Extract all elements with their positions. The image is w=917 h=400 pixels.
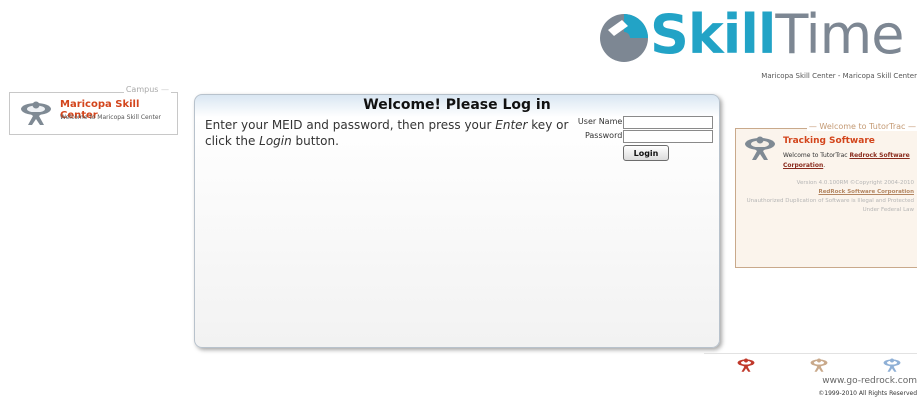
skilltime-circle-icon bbox=[600, 14, 648, 62]
login-panel: Welcome! Please Log in Enter your MEID a… bbox=[194, 94, 720, 348]
instr-login-word: Login bbox=[259, 134, 292, 148]
tutortrac-welcome-suffix: . bbox=[823, 162, 826, 169]
legal-warning: Unauthorized Duplication of Software is … bbox=[746, 198, 914, 213]
instr-text-3: button. bbox=[291, 134, 339, 148]
footer-website: www.go-redrock.com bbox=[822, 376, 917, 386]
tutortrac-welcome-prefix: Welcome to TutorTrac bbox=[783, 152, 850, 159]
version-text: Version 4.0.100RM ©Copyright 2004-2010 bbox=[796, 180, 914, 186]
tutortrac-box: — Welcome to TutorTrac — Tracking Softwa… bbox=[735, 122, 917, 268]
password-label: Password: bbox=[584, 131, 625, 140]
footer-copyright: ©1999-2010 All Rights Reserved bbox=[818, 390, 917, 397]
campus-legend-label: Campus bbox=[125, 85, 159, 94]
redrock-figure-icon bbox=[21, 101, 51, 125]
login-instructions: Enter your MEID and password, then press… bbox=[205, 117, 570, 149]
password-input[interactable] bbox=[623, 130, 713, 143]
username-row: User Name: bbox=[567, 116, 717, 130]
tutortrac-title: Tracking Software bbox=[783, 136, 875, 146]
skilltime-logo: SkillTime bbox=[598, 3, 917, 68]
logo-wordmark: SkillTime bbox=[650, 0, 905, 73]
redrock-figure-icon bbox=[745, 136, 775, 160]
login-heading: Welcome! Please Log in bbox=[363, 97, 551, 113]
center-subtitle: Maricopa Skill Center - Maricopa Skill C… bbox=[761, 72, 917, 80]
footer-divider bbox=[704, 353, 917, 354]
login-form: User Name: Password: Login bbox=[567, 116, 717, 161]
logo-word-time: Time bbox=[775, 3, 904, 66]
username-label: User Name: bbox=[577, 117, 625, 126]
redrock-figure-red-icon bbox=[737, 358, 755, 372]
tutortrac-legend: — Welcome to TutorTrac — bbox=[806, 122, 917, 131]
redrock-company-link[interactable]: RedRock Software Corporation bbox=[818, 189, 914, 195]
username-input[interactable] bbox=[623, 116, 713, 129]
tutortrac-fineprint: Version 4.0.100RM ©Copyright 2004-2010 R… bbox=[736, 179, 914, 215]
password-row: Password: bbox=[567, 130, 717, 144]
instr-enter-key: Enter bbox=[495, 118, 528, 132]
tutortrac-legend-label: Welcome to TutorTrac bbox=[819, 122, 906, 131]
campus-welcome: Welcome to Maricopa Skill Center bbox=[60, 114, 162, 121]
campus-legend: Campus — bbox=[123, 85, 171, 94]
logo-word-skill: Skill bbox=[650, 3, 776, 66]
redrock-figure-blue-icon bbox=[883, 358, 901, 372]
redrock-figure-tan-icon bbox=[810, 358, 828, 372]
instr-text-1: Enter your MEID and password, then press… bbox=[205, 118, 496, 132]
campus-box: Campus — Maricopa Skill Center Welcome t… bbox=[9, 85, 178, 135]
login-button[interactable]: Login bbox=[623, 145, 669, 161]
tutortrac-welcome: Welcome to TutorTrac Redrock Software Co… bbox=[783, 151, 913, 171]
